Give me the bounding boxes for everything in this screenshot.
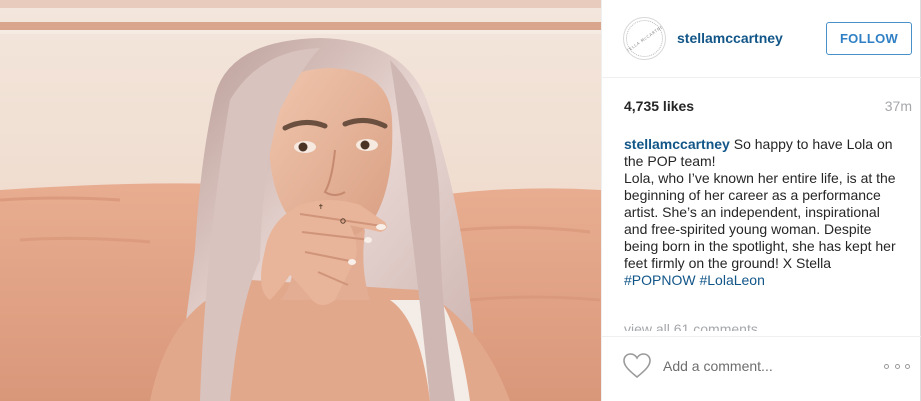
svg-text:✝: ✝ (318, 203, 324, 211)
username-link[interactable]: stellamccartney (677, 30, 783, 46)
more-dot (905, 363, 910, 369)
view-all-comments-link[interactable]: view all 61 comments (624, 322, 758, 331)
post-photo[interactable]: ✝ (0, 0, 601, 401)
caption-username-link[interactable]: stellamccartney (624, 136, 730, 152)
more-dot (884, 363, 889, 369)
hashtag-lolaleon[interactable]: #LolaLeon (699, 272, 764, 288)
likes-count[interactable]: 4,735 likes (624, 98, 694, 114)
comment-bar (602, 336, 921, 401)
caption-body: Lola, who I’ve known her entire life, is… (624, 170, 896, 271)
post-caption: stellamccartney So happy to have Lola on… (624, 136, 902, 332)
avatar-logo-text: STELLA McCARTNEY (623, 22, 666, 55)
avatar[interactable]: STELLA McCARTNEY (623, 17, 666, 60)
post-header: STELLA McCARTNEY stellamccartney FOLLOW (602, 0, 921, 78)
more-options-icon[interactable] (884, 359, 910, 373)
post-photo-image: ✝ (0, 0, 601, 401)
post-timestamp[interactable]: 37m (885, 98, 912, 114)
post-side-panel: STELLA McCARTNEY stellamccartney FOLLOW … (601, 0, 921, 401)
post-stats: 4,735 likes 37m (624, 98, 912, 118)
add-comment-input[interactable] (663, 355, 863, 377)
hashtag-popnow[interactable]: #POPNOW (624, 272, 696, 288)
avatar-ring: STELLA McCARTNEY (623, 20, 666, 57)
follow-button[interactable]: FOLLOW (826, 22, 912, 55)
more-dot (894, 363, 900, 369)
heart-icon[interactable] (623, 353, 651, 379)
